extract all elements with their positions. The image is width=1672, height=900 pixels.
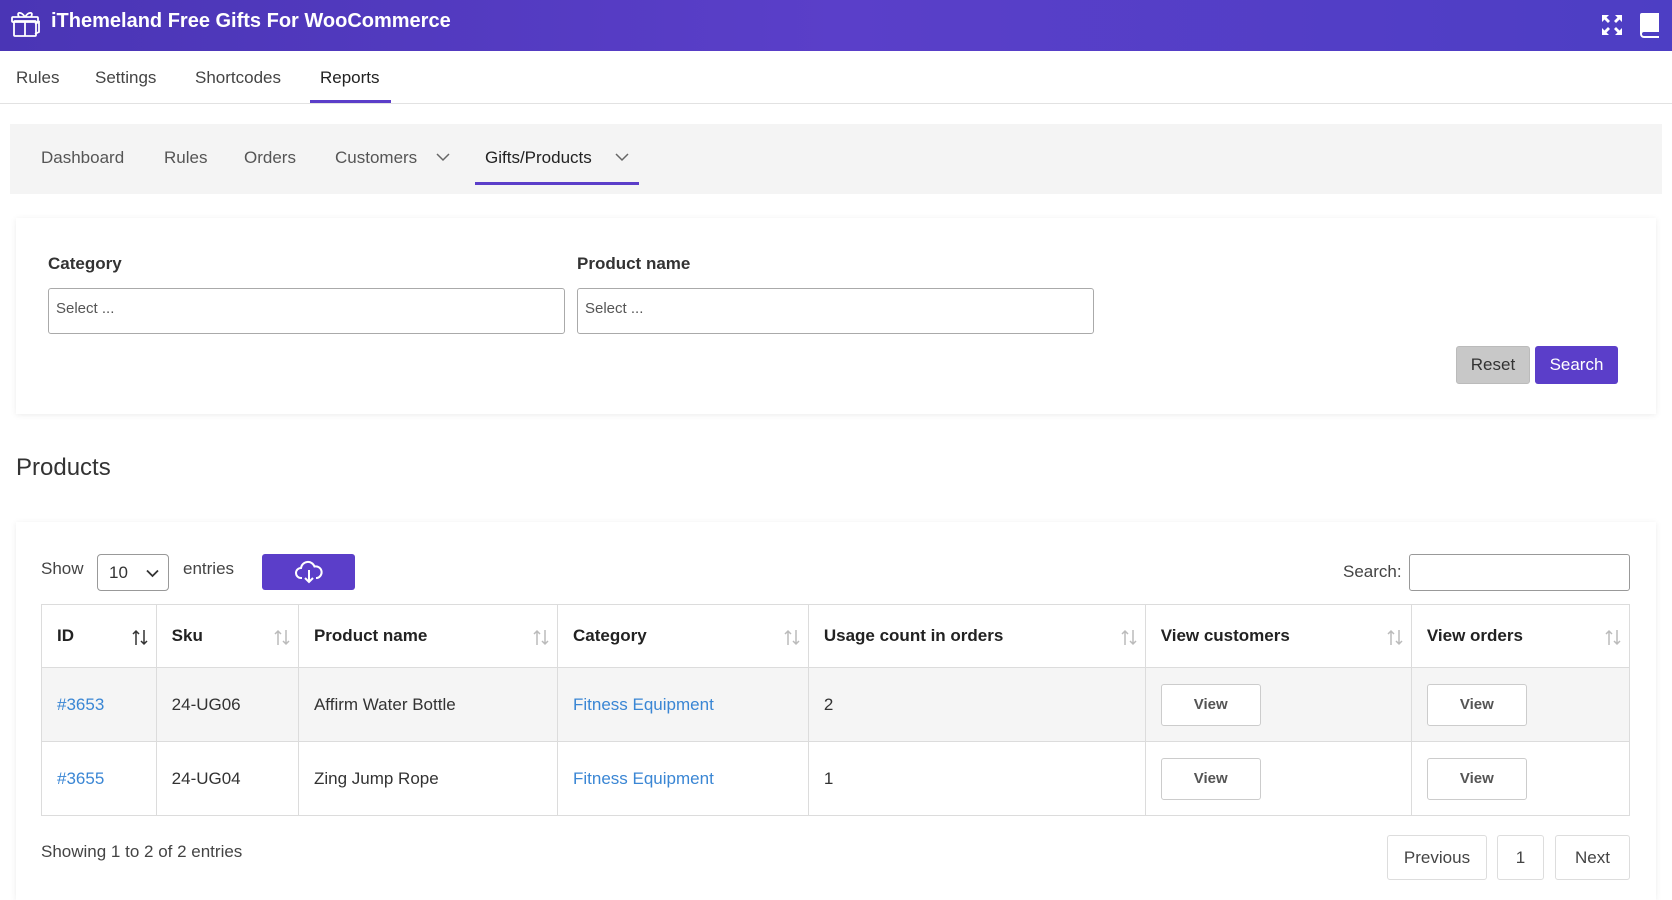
sku-cell: 24-UG06 xyxy=(155,667,299,742)
sort-ascending-icon xyxy=(132,629,148,646)
products-table-card: Show 10 entries Search: ID Sku Product n… xyxy=(16,522,1656,900)
product-name-cell: Zing Jump Rope xyxy=(297,741,559,816)
view-customers-button[interactable]: View xyxy=(1160,683,1261,726)
sort-icon xyxy=(274,629,290,646)
reset-button[interactable]: Reset xyxy=(1456,346,1530,384)
next-page-button[interactable]: Next xyxy=(1555,835,1630,880)
filter-panel: Category Select ... Product name Select … xyxy=(16,218,1656,414)
subtab-gifts-products[interactable]: Gifts/Products xyxy=(485,148,592,168)
usage-count-cell: 2 xyxy=(807,667,1146,742)
product-name-label: Product name xyxy=(577,254,691,273)
category-select[interactable]: Select ... xyxy=(48,288,565,334)
app-title: iThemeland Free Gifts For WooCommerce xyxy=(51,10,451,32)
product-id-link[interactable]: #3655 xyxy=(57,769,104,788)
tab-settings[interactable]: Settings xyxy=(95,68,156,88)
products-table: ID Sku Product name Category Usage count… xyxy=(41,604,1631,816)
table-row: #3653 24-UG06 Affirm Water Bottle Fitnes… xyxy=(41,667,1631,742)
view-customers-button[interactable]: View xyxy=(1160,757,1261,800)
active-tab-indicator xyxy=(310,100,391,103)
entries-value: 10 xyxy=(109,563,128,582)
category-label: Category xyxy=(48,254,122,273)
column-header-category[interactable]: Category xyxy=(557,604,809,668)
column-header-product-name[interactable]: Product name xyxy=(297,604,559,668)
table-search-input[interactable] xyxy=(1409,554,1630,591)
app-header: iThemeland Free Gifts For WooCommerce xyxy=(0,0,1672,51)
fullscreen-icon[interactable] xyxy=(1600,13,1624,37)
book-icon[interactable] xyxy=(1637,12,1661,38)
report-sub-tabs: Dashboard Rules Orders Customers Gifts/P… xyxy=(10,124,1662,194)
table-search-label: Search: xyxy=(1343,562,1402,581)
chevron-down-icon[interactable] xyxy=(615,152,629,162)
pagination-info: Showing 1 to 2 of 2 entries xyxy=(41,842,243,861)
cloud-download-icon xyxy=(295,560,323,584)
table-header-row: ID Sku Product name Category Usage count… xyxy=(41,604,1631,668)
view-orders-button[interactable]: View xyxy=(1426,757,1527,800)
active-subtab-indicator xyxy=(475,182,639,185)
previous-page-button[interactable]: Previous xyxy=(1387,835,1487,880)
chevron-down-icon[interactable] xyxy=(436,152,450,162)
tab-reports[interactable]: Reports xyxy=(320,68,380,88)
subtab-dashboard[interactable]: Dashboard xyxy=(41,148,124,168)
usage-count-cell: 1 xyxy=(807,741,1146,816)
sku-cell: 24-UG04 xyxy=(155,741,299,816)
sort-icon xyxy=(1605,629,1621,646)
category-link[interactable]: Fitness Equipment xyxy=(573,695,714,714)
search-button[interactable]: Search xyxy=(1535,346,1618,384)
tab-rules[interactable]: Rules xyxy=(16,68,59,88)
gift-box-icon xyxy=(11,11,40,37)
page-1-button[interactable]: 1 xyxy=(1497,835,1544,880)
category-link[interactable]: Fitness Equipment xyxy=(573,769,714,788)
sort-icon xyxy=(784,629,800,646)
show-label: Show xyxy=(41,559,84,578)
view-orders-button[interactable]: View xyxy=(1426,683,1527,726)
product-name-cell: Affirm Water Bottle xyxy=(297,667,559,742)
sort-icon xyxy=(1121,629,1137,646)
product-id-link[interactable]: #3653 xyxy=(57,695,104,714)
section-title: Products xyxy=(16,454,111,481)
chevron-down-icon xyxy=(146,569,159,578)
sort-icon xyxy=(1387,629,1403,646)
column-header-view-customers[interactable]: View customers xyxy=(1144,604,1412,668)
column-header-view-orders[interactable]: View orders xyxy=(1410,604,1631,668)
subtab-orders[interactable]: Orders xyxy=(244,148,296,168)
tab-shortcodes[interactable]: Shortcodes xyxy=(195,68,281,88)
entries-select[interactable]: 10 xyxy=(97,554,169,591)
sort-icon xyxy=(533,629,549,646)
column-header-sku[interactable]: Sku xyxy=(155,604,299,668)
entries-label: entries xyxy=(183,559,235,578)
column-header-id[interactable]: ID xyxy=(41,604,157,668)
product-name-select[interactable]: Select ... xyxy=(577,288,1094,334)
subtab-customers[interactable]: Customers xyxy=(335,148,417,168)
main-tabs: Rules Settings Shortcodes Reports xyxy=(0,51,1672,104)
export-button[interactable] xyxy=(262,554,355,590)
subtab-rules[interactable]: Rules xyxy=(164,148,207,168)
table-row: #3655 24-UG04 Zing Jump Rope Fitness Equ… xyxy=(41,741,1631,816)
column-header-usage-count[interactable]: Usage count in orders xyxy=(807,604,1146,668)
